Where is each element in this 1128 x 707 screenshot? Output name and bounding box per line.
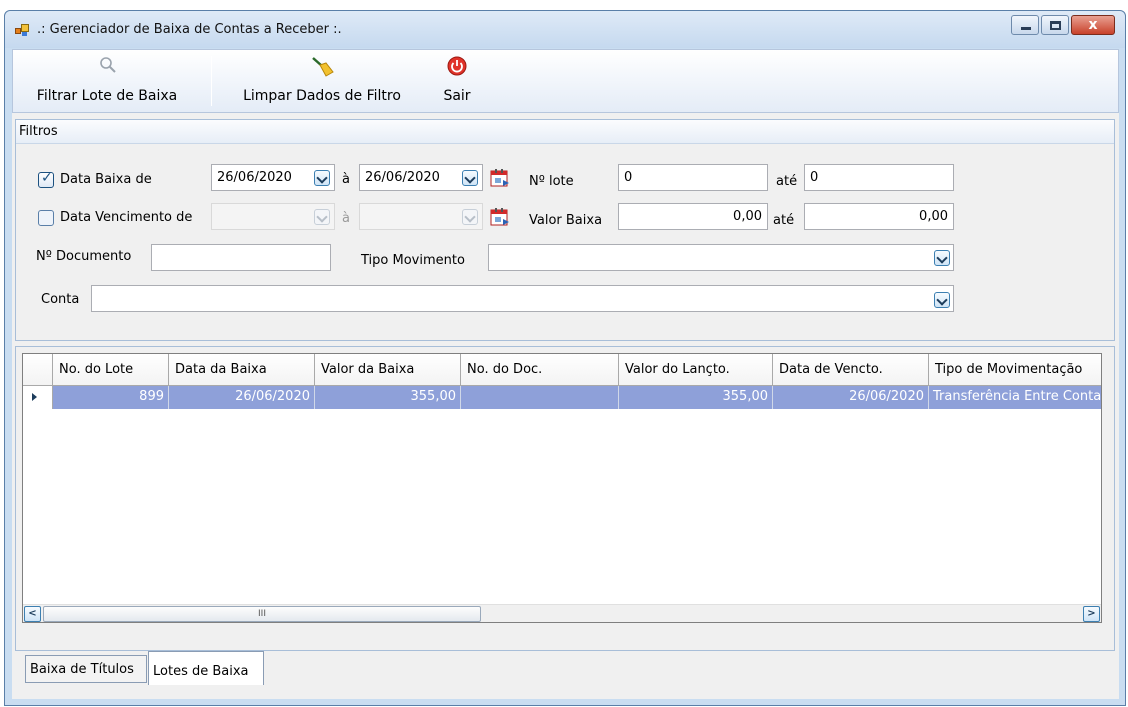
- title-bar[interactable]: .: Gerenciador de Baixa de Contas a Rece…: [5, 11, 1125, 48]
- a-label: à: [342, 172, 350, 187]
- clear-filter-label: Limpar Dados de Filtro: [243, 88, 401, 104]
- tipo-movimento-label: Tipo Movimento: [361, 253, 465, 268]
- exit-button[interactable]: Sair: [437, 52, 477, 110]
- data-vencimento-from-dropdown: [314, 209, 330, 225]
- exit-label: Sair: [443, 88, 471, 104]
- table-cell[interactable]: 26/06/2020: [773, 386, 929, 409]
- window-title: .: Gerenciador de Baixa de Contas a Rece…: [37, 22, 342, 37]
- table-cell[interactable]: [461, 386, 619, 409]
- close-button[interactable]: x: [1071, 15, 1115, 35]
- scroll-right-icon[interactable]: >: [1083, 606, 1100, 622]
- lote-from-input[interactable]: 0: [618, 164, 768, 191]
- close-icon: x: [1088, 17, 1098, 33]
- grid-header: No. do Lote Data da Baixa Valor da Baixa…: [23, 354, 1101, 386]
- a-label-disabled: à: [342, 211, 350, 226]
- ate-label-2: até: [773, 213, 795, 228]
- conta-select[interactable]: [91, 285, 954, 312]
- tipo-movimento-select[interactable]: [488, 244, 954, 271]
- filter-button[interactable]: Filtrar Lote de Baixa: [23, 52, 191, 110]
- tab-lotes-baixa[interactable]: Lotes de Baixa: [148, 651, 264, 685]
- minimize-icon: [1021, 27, 1031, 30]
- data-baixa-from-dropdown[interactable]: [314, 170, 330, 186]
- documento-label: Nº Documento: [36, 249, 132, 264]
- table-cell[interactable]: Transferência Entre Contas: [929, 386, 1101, 409]
- lote-label: Nº lote: [529, 174, 574, 189]
- app-icon: [15, 24, 29, 36]
- documento-input[interactable]: [151, 244, 331, 271]
- filters-header: Filtros: [16, 120, 1114, 144]
- toolbar: Filtrar Lote de Baixa Limpar Dados de Fi…: [12, 49, 1119, 113]
- valor-from-input[interactable]: 0,00: [618, 203, 768, 230]
- row-header-corner: [23, 354, 53, 386]
- check-icon: ✓: [41, 170, 53, 186]
- column-header[interactable]: No. do Lote: [53, 354, 169, 386]
- data-vencimento-to-dropdown: [462, 209, 478, 225]
- tab-baixa-titulos[interactable]: Baixa de Títulos: [25, 655, 147, 683]
- column-header[interactable]: Valor da Baixa: [315, 354, 461, 386]
- valor-baixa-label: Valor Baixa: [529, 213, 603, 228]
- data-baixa-to-dropdown[interactable]: [462, 170, 478, 186]
- tipo-movimento-dropdown[interactable]: [934, 250, 950, 266]
- lote-to-input[interactable]: 0: [804, 164, 954, 191]
- grid-panel: No. do Lote Data da Baixa Valor da Baixa…: [15, 346, 1115, 651]
- column-header[interactable]: Data de Vencto.: [773, 354, 929, 386]
- table-cell[interactable]: 355,00: [619, 386, 773, 409]
- search-icon: [100, 57, 116, 73]
- calendar-icon[interactable]: [490, 168, 510, 188]
- calendar-icon[interactable]: [490, 207, 510, 227]
- column-header[interactable]: Data da Baixa: [169, 354, 315, 386]
- client-area: Filtrar Lote de Baixa Limpar Dados de Fi…: [12, 49, 1119, 699]
- column-header[interactable]: Valor do Lançto.: [619, 354, 773, 386]
- main-window: .: Gerenciador de Baixa de Contas a Rece…: [4, 10, 1126, 706]
- maximize-icon: [1050, 21, 1061, 30]
- data-vencimento-label: Data Vencimento de: [60, 210, 193, 225]
- column-header[interactable]: No. do Doc.: [461, 354, 619, 386]
- conta-dropdown[interactable]: [934, 292, 950, 308]
- column-header[interactable]: Tipo de Movimentação: [929, 354, 1101, 386]
- horizontal-scrollbar[interactable]: < III >: [23, 604, 1101, 622]
- table-cell[interactable]: 355,00: [315, 386, 461, 409]
- table-cell[interactable]: 26/06/2020: [169, 386, 315, 409]
- scroll-thumb[interactable]: III: [43, 606, 481, 622]
- broom-icon: [312, 57, 334, 77]
- toolbar-separator: [211, 56, 212, 106]
- minimize-button[interactable]: [1011, 15, 1039, 35]
- clear-filter-button[interactable]: Limpar Dados de Filtro: [227, 52, 417, 110]
- scroll-left-icon[interactable]: <: [24, 606, 41, 622]
- filter-button-label: Filtrar Lote de Baixa: [36, 88, 178, 104]
- data-baixa-checkbox[interactable]: ✓: [38, 170, 54, 188]
- data-baixa-label: Data Baixa de: [60, 172, 152, 187]
- lotes-grid[interactable]: No. do Lote Data da Baixa Valor da Baixa…: [22, 353, 1102, 623]
- ate-label: até: [776, 174, 798, 189]
- data-vencimento-checkbox[interactable]: [38, 210, 54, 226]
- conta-label: Conta: [41, 292, 80, 307]
- valor-to-input[interactable]: 0,00: [804, 203, 954, 230]
- power-icon: [447, 56, 467, 76]
- table-row[interactable]: 899 26/06/2020 355,00 355,00 26/06/2020 …: [23, 386, 1101, 409]
- filters-panel: Filtros ✓ Data Baixa de 26/06/2020 à 26/…: [15, 119, 1115, 341]
- row-selector-icon[interactable]: [23, 386, 53, 409]
- maximize-button[interactable]: [1041, 15, 1069, 35]
- table-cell[interactable]: 899: [53, 386, 169, 409]
